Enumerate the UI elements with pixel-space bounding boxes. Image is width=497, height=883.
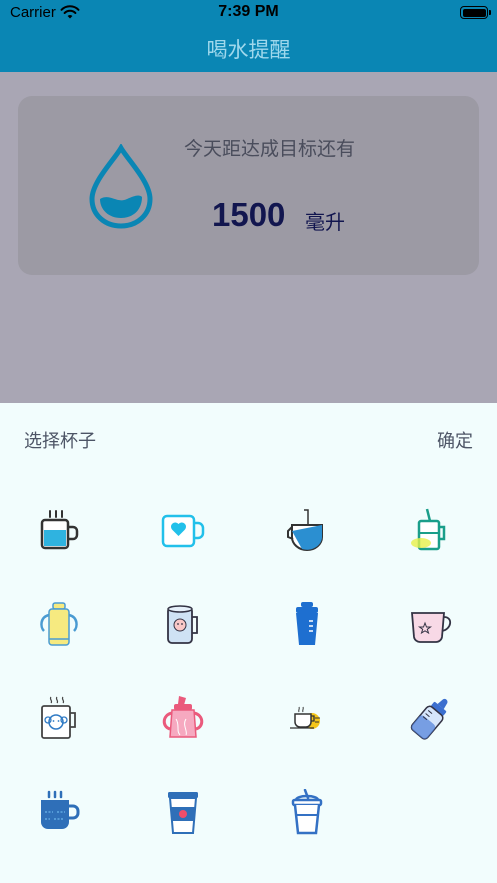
- sheet-title: 选择杯子: [24, 431, 96, 452]
- cup-option-5[interactable]: [23, 588, 95, 660]
- cup-option-7[interactable]: [271, 588, 343, 660]
- small-tea-cup-icon: [290, 706, 320, 729]
- cup-option-4[interactable]: [395, 494, 467, 566]
- cup-option-14[interactable]: [147, 776, 219, 848]
- cup-option-15[interactable]: [271, 776, 343, 848]
- straw-glass-icon: [411, 508, 446, 551]
- status-time: 7:39 PM: [218, 3, 279, 20]
- cup-option-12[interactable]: [395, 682, 467, 754]
- face-jar-icon: [167, 605, 198, 644]
- paper-coffee-cup-icon: [168, 792, 198, 834]
- remaining-amount: 1500: [212, 196, 286, 233]
- cup-option-2[interactable]: [147, 494, 219, 566]
- monkey-mug-icon: [41, 696, 76, 739]
- cup-option-6[interactable]: [147, 588, 219, 660]
- cup-option-10[interactable]: [147, 682, 219, 754]
- cup-picker-sheet: 选择杯子 确定: [0, 403, 497, 883]
- pink-sippy-icon: [162, 696, 204, 738]
- cup-option-13[interactable]: [23, 776, 95, 848]
- cup-option-11[interactable]: [271, 682, 343, 754]
- nav-title: 喝水提醒: [206, 38, 291, 62]
- glass-cup-icon: [287, 509, 323, 551]
- battery-icon: [460, 6, 491, 19]
- cup-option-3[interactable]: [271, 494, 343, 566]
- baby-bottle-icon: [410, 698, 448, 740]
- goal-text: 今天距达成目标还有: [184, 138, 356, 160]
- star-mug-icon: [411, 612, 452, 643]
- water-goal-card: 今天距达成目标还有 1500 毫升: [18, 96, 479, 275]
- sippy-bottle-icon: [40, 602, 78, 646]
- status-bar: Carrier 7:39 PM: [0, 0, 497, 26]
- cup-grid: [0, 483, 497, 863]
- cup-option-1[interactable]: [23, 494, 95, 566]
- shaker-bottle-icon: [296, 602, 318, 645]
- drink-cup-with-straw-icon: [291, 789, 323, 835]
- amount-unit: 毫升: [305, 210, 345, 234]
- confirm-button[interactable]: 确定: [437, 427, 473, 453]
- water-drop-icon: [89, 144, 153, 229]
- steaming-mug-icon: [41, 790, 80, 829]
- cup-option-8[interactable]: [395, 588, 467, 660]
- cup-option-9[interactable]: [23, 682, 95, 754]
- heart-mug-icon: [161, 514, 205, 548]
- coffee-mug-icon: [40, 510, 79, 550]
- nav-bar: 喝水提醒: [0, 26, 497, 72]
